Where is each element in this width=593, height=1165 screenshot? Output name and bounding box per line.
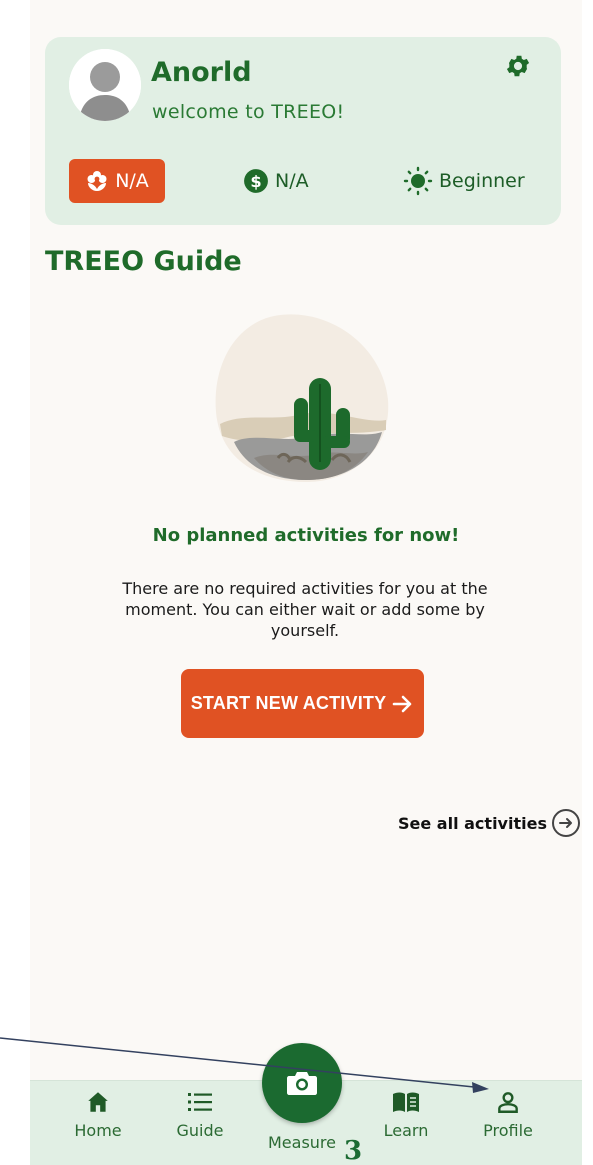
nav-guide[interactable]: Guide [160,1089,240,1140]
nav-learn-label: Learn [383,1121,429,1140]
app-screen: Anorld welcome to TREEO! N/A $ N/A Begin… [30,0,582,1165]
settings-button[interactable] [503,51,533,81]
dollar-icon: $ [244,169,268,193]
flower-stat-value: N/A [115,170,149,192]
nav-home-label: Home [74,1121,122,1140]
flower-stat-badge[interactable]: N/A [69,159,165,203]
see-all-label: See all activities [398,813,547,833]
profile-card: Anorld welcome to TREEO! N/A $ N/A Begin… [45,37,561,225]
home-icon [88,1092,108,1112]
book-icon [393,1092,419,1112]
money-stat[interactable]: $ N/A [243,159,309,203]
step-annotation-number: 3 [344,1136,363,1165]
sun-icon [403,166,433,196]
username: Anorld [151,57,252,88]
welcome-text: welcome to TREEO! [152,101,345,123]
avatar[interactable] [69,49,141,121]
section-title: TREEO Guide [45,246,242,277]
measure-camera-button[interactable] [262,1043,342,1123]
level-stat-value: Beginner [439,170,525,192]
nav-profile[interactable]: Profile [468,1089,548,1140]
start-new-activity-button[interactable]: START NEW ACTIVITY [181,669,424,738]
nav-home[interactable]: Home [58,1089,138,1140]
gear-icon [506,55,530,77]
see-all-activities-link[interactable]: See all activities [398,808,581,838]
flower-icon [87,171,107,191]
empty-state-title: No planned activities for now! [152,525,460,546]
svg-text:$: $ [250,172,261,191]
arrow-right-icon [392,695,412,712]
list-icon [188,1093,212,1111]
nav-learn[interactable]: Learn [366,1089,446,1140]
empty-state-description: There are no required activities for you… [122,579,488,640]
money-stat-value: N/A [275,170,309,192]
nav-measure[interactable]: Measure [262,1133,342,1152]
nav-measure-label: Measure [268,1133,336,1152]
cactus-illustration [214,312,390,484]
nav-profile-label: Profile [483,1121,533,1140]
person-icon [498,1092,518,1113]
start-new-activity-label: START NEW ACTIVITY [190,693,387,713]
camera-icon [287,1072,317,1095]
nav-guide-label: Guide [176,1121,224,1140]
circle-arrow-right-icon [551,809,580,837]
level-stat[interactable]: Beginner [403,159,525,203]
